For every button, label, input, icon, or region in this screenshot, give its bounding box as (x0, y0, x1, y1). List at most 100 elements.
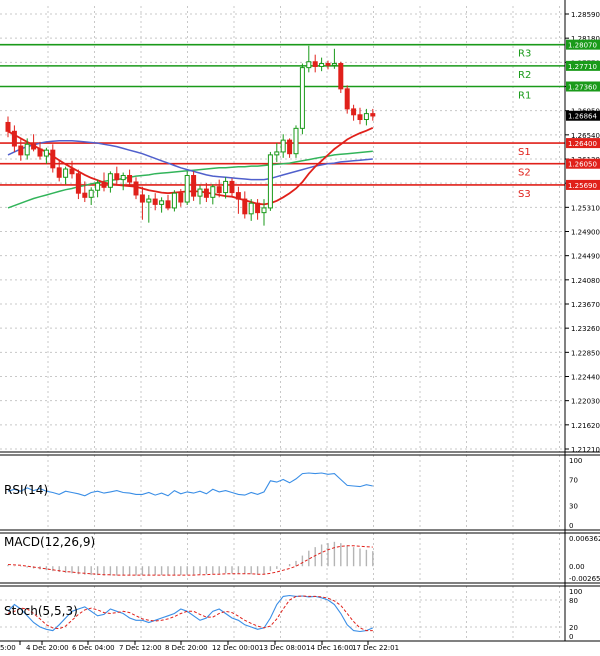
current-price-label: 1.26864 (568, 113, 597, 121)
candle-body (203, 188, 209, 198)
candle-body (88, 189, 94, 198)
candle-body (24, 143, 30, 156)
trading-chart: R3 R2 R1 S1 S2 S3 RSI(14) MACD(12,26,9) Stoch… (0, 0, 600, 652)
macd-signal-line (7, 545, 373, 576)
time-tick-label: 4 Dec 20:00 (26, 644, 69, 652)
rsi-tick-label: 0 (569, 522, 573, 530)
price-tick-label: 1.25310 (571, 204, 600, 212)
candle-body (107, 173, 113, 188)
macd-tick-label: 0.00 (569, 563, 585, 571)
candle-body (50, 149, 56, 169)
level-price-label: 1.25690 (568, 182, 597, 190)
candle-body (351, 108, 357, 116)
price-tick-label: 1.22030 (571, 398, 600, 406)
candle-body (95, 182, 101, 191)
candle-body (280, 139, 286, 153)
candle-body (370, 113, 376, 117)
moving-average-slow (7, 150, 373, 209)
level-name-r3: R3 (518, 49, 531, 60)
candle-body (242, 198, 248, 215)
level-name-s3: S3 (518, 189, 531, 200)
candle-body (101, 182, 107, 188)
time-tick-label: 12 Dec 00:00 (212, 644, 259, 652)
candle-body (18, 145, 24, 156)
rsi-tick-label: 100 (569, 457, 582, 465)
rsi-line (7, 472, 373, 497)
price-tick-label: 1.22440 (571, 374, 600, 382)
stoch-title: Stoch(5,5,3) (4, 604, 78, 618)
candle-body (287, 139, 293, 155)
candle-body (267, 154, 273, 209)
candle-body (325, 63, 331, 66)
candle-body (312, 61, 318, 67)
candle-body (178, 192, 184, 203)
time-tick-label: 17 Dec 22:01 (352, 644, 399, 652)
candle-body (171, 192, 177, 209)
candle-body (37, 148, 43, 157)
price-tick-label: 1.21210 (571, 446, 600, 454)
macd-tick-label: -0.002652 (569, 575, 600, 583)
candle-body (306, 61, 312, 69)
candle-body (331, 63, 337, 66)
rsi-tick-label: 30 (569, 503, 578, 511)
candle-body (82, 192, 88, 198)
candle-body (31, 143, 37, 150)
price-tick-label: 1.23260 (571, 325, 600, 333)
rsi-tick-label: 70 (569, 477, 578, 485)
candle-body (344, 88, 350, 110)
candle-body (210, 186, 216, 198)
level-price-label: 1.27710 (568, 63, 597, 71)
price-tick-label: 1.22850 (571, 349, 600, 357)
candle-body (319, 63, 325, 67)
price-tick-label: 1.24900 (571, 229, 600, 237)
candle-body (293, 127, 299, 155)
moving-average-mid (7, 139, 373, 181)
time-tick-label: 8 Dec 20:00 (165, 644, 208, 652)
stoch-tick-label: 0 (569, 633, 573, 641)
level-price-label: 1.26400 (568, 140, 597, 148)
time-tick-label: 5:00 (0, 644, 16, 652)
level-name-r2: R2 (518, 70, 531, 81)
candle-body (139, 194, 145, 203)
price-tick-label: 1.21620 (571, 422, 600, 430)
candle-body (152, 198, 158, 205)
time-tick-label: 7 Dec 12:00 (119, 644, 162, 652)
candle-body (63, 168, 69, 178)
candle-body (146, 198, 152, 203)
price-tick-label: 1.24080 (571, 277, 600, 285)
level-name-s2: S2 (518, 168, 531, 179)
candle-body (69, 168, 75, 175)
price-tick-label: 1.24490 (571, 253, 600, 261)
macd-title: MACD(12,26,9) (4, 535, 95, 549)
candle-body (56, 167, 62, 178)
candle-body (11, 130, 17, 147)
candle-body (235, 192, 241, 200)
candle-body (159, 200, 165, 205)
candle-body (184, 175, 190, 203)
candle-body (216, 186, 222, 194)
candle-body (75, 173, 81, 194)
candle-body (357, 114, 363, 121)
candle-body (229, 180, 235, 194)
price-tick-label: 1.23670 (571, 301, 600, 309)
time-tick-label: 14 Dec 16:00 (306, 644, 353, 652)
rsi-title: RSI(14) (4, 483, 48, 497)
candle-body (299, 67, 305, 129)
candle-body (43, 149, 49, 157)
candle-body (248, 202, 254, 215)
candle-body (223, 180, 229, 194)
candle-body (363, 113, 369, 121)
macd-tick-label: 0.006362 (569, 535, 600, 543)
candle-body (165, 200, 171, 209)
stoch-tick-label: 100 (569, 588, 582, 596)
candle-body (274, 151, 280, 156)
candle-body (120, 175, 126, 181)
level-price-label: 1.26050 (568, 161, 597, 169)
candle-body (5, 121, 11, 132)
time-tick-label: 13 Dec 08:00 (259, 644, 306, 652)
level-price-label: 1.27360 (568, 84, 597, 92)
stoch-tick-label: 20 (569, 624, 578, 632)
candle-body (197, 188, 203, 197)
candle-body (114, 173, 120, 181)
level-name-s1: S1 (518, 147, 531, 158)
